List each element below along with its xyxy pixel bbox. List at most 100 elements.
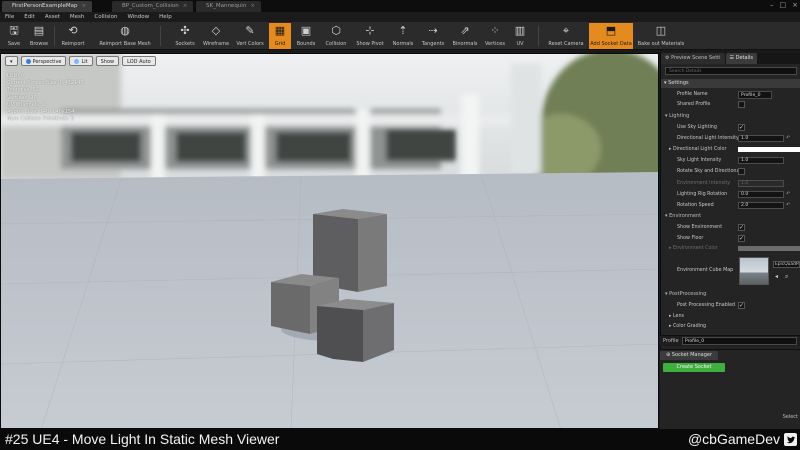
settings-section-header[interactable]: ▾ Settings: [661, 79, 800, 88]
add-socket-data-button[interactable]: ⬒ Add Socket Data: [589, 23, 633, 49]
doc-tab-label: BP_Custom_Collision: [122, 3, 179, 9]
doc-tab-mesh[interactable]: SK_Mannequin ×: [196, 1, 261, 12]
doc-tab-label: FirstPersonExampleMap: [12, 3, 78, 9]
show-environment-checkbox[interactable]: ✓: [738, 224, 745, 231]
rotation-speed-row: Rotation Speed 2.0 ↶: [661, 201, 800, 211]
wireframe-button[interactable]: ◇ Wireframe: [201, 23, 231, 49]
menu-collision[interactable]: Collision: [89, 12, 122, 22]
close-icon[interactable]: ×: [82, 3, 87, 9]
binormals-button[interactable]: ⇗ Binormals: [450, 23, 480, 49]
uv-icon: ▥: [514, 24, 526, 37]
show-floor-checkbox[interactable]: ✓: [738, 235, 745, 242]
window-controls: – □ ×: [770, 0, 798, 12]
reimport-icon: ⟲: [68, 24, 78, 37]
dir-intensity-field[interactable]: 1.0: [738, 135, 784, 142]
twitter-icon: [784, 433, 797, 446]
perspective-icon: [25, 59, 31, 64]
close-window-icon[interactable]: ×: [792, 0, 798, 12]
reset-icon[interactable]: ↶: [786, 202, 790, 208]
env-intensity-field[interactable]: 1.0: [738, 180, 784, 187]
menu-file[interactable]: File: [0, 12, 19, 22]
reset-icon[interactable]: ↶: [786, 135, 790, 141]
menu-help[interactable]: Help: [154, 12, 177, 22]
search-icon[interactable]: ⌕: [785, 273, 788, 281]
dir-intensity-row: Directional Light Intensity 1.0 ↶: [661, 134, 800, 144]
postprocessing-header[interactable]: ▾ PostProcessing: [665, 291, 706, 297]
grid-button[interactable]: ▦ Grid: [269, 23, 291, 49]
show-button[interactable]: Show: [95, 56, 120, 66]
tab-preview-scene-settings[interactable]: ⚙ Preview Scene Setti: [661, 53, 725, 64]
reimport-base-mesh-button[interactable]: ◍ Reimport Base Mesh: [94, 23, 156, 49]
minimize-icon[interactable]: –: [770, 0, 774, 12]
environment-header[interactable]: ▾ Environment: [665, 213, 701, 219]
environment-color-label: ▸ Environment Color: [669, 246, 718, 251]
profile-label: Profile: [663, 338, 679, 344]
cubemap-asset-field[interactable]: EpicQuadPa: [773, 261, 800, 268]
bake-materials-button[interactable]: ◫ Bake out Materials: [636, 23, 686, 49]
sky-intensity-field[interactable]: 1.0: [738, 157, 784, 164]
show-floor-label: Show Floor: [677, 236, 704, 241]
profile-bar: Profile Profile_0: [660, 335, 800, 346]
close-icon[interactable]: ×: [250, 3, 255, 9]
lit-button[interactable]: Lit: [69, 56, 93, 66]
collision-icon: ⬡: [331, 24, 341, 37]
perspective-button[interactable]: Perspective: [20, 56, 67, 66]
menu-asset[interactable]: Asset: [40, 12, 65, 22]
cubemap-label: Environment Cube Map: [677, 268, 734, 273]
dir-color-swatch[interactable]: [738, 147, 800, 152]
grid-icon: ▦: [274, 24, 286, 37]
close-icon[interactable]: ×: [183, 3, 188, 9]
doc-tab-bp[interactable]: BP_Custom_Collision ×: [112, 1, 194, 12]
sockets-button[interactable]: ✣ Sockets: [172, 23, 198, 49]
lighting-header[interactable]: ▾ Lighting: [665, 113, 689, 119]
doc-tab-map[interactable]: FirstPersonExampleMap ×: [2, 1, 93, 12]
pp-enabled-checkbox[interactable]: ✓: [738, 302, 745, 309]
lens-row[interactable]: ▸ Lens: [661, 312, 800, 322]
menu-mesh[interactable]: Mesh: [65, 12, 89, 22]
reset-camera-button[interactable]: ⌖ Reset Camera: [546, 23, 586, 49]
tab-details[interactable]: ☰ Details: [725, 53, 757, 64]
collision-button[interactable]: ⬡ Collision: [321, 23, 351, 49]
browse-icon: ▤: [33, 24, 45, 37]
mesh-viewport[interactable]: ▾ Perspective Lit Show LOD Auto LOD: 0 C…: [0, 53, 659, 429]
vert-colors-icon: ✎: [245, 24, 255, 37]
viewport-options-button[interactable]: ▾: [5, 56, 18, 66]
tab-socket-manager[interactable]: ⊕ Socket Manager: [660, 351, 719, 360]
bounds-button[interactable]: ▣ Bounds: [294, 23, 318, 49]
use-sky-lighting-checkbox[interactable]: ✓: [738, 124, 745, 131]
vertices-button[interactable]: ⁘ Vertices: [483, 23, 507, 49]
lod-button[interactable]: LOD Auto: [122, 56, 156, 66]
details-search-input[interactable]: Search Details: [665, 67, 797, 75]
profile-select[interactable]: Profile_0: [682, 337, 797, 345]
browse-button[interactable]: ▤ Browse: [27, 23, 51, 49]
show-pivot-button[interactable]: ⊹ Show Pivot: [355, 23, 385, 49]
rotate-sky-checkbox[interactable]: [738, 168, 745, 175]
cubemap-thumbnail[interactable]: [739, 257, 769, 285]
use-sky-lighting-label: Use Sky Lighting: [677, 125, 717, 130]
menu-edit[interactable]: Edit: [19, 12, 40, 22]
rotation-speed-field[interactable]: 2.0: [738, 202, 784, 209]
rotation-speed-label: Rotation Speed: [677, 203, 714, 208]
toolbar-separator: [160, 26, 161, 46]
reimport-button[interactable]: ⟲ Reimport: [58, 23, 88, 49]
shared-profile-checkbox[interactable]: [738, 101, 745, 108]
environment-color-swatch[interactable]: [738, 246, 800, 251]
maximize-icon[interactable]: □: [780, 0, 787, 12]
rotate-sky-label: Rotate Sky and Directional: [677, 169, 741, 174]
show-environment-row: Show Environment ✓: [661, 223, 800, 233]
uv-button[interactable]: ▥ UV: [510, 23, 530, 49]
lighting-rig-field[interactable]: 0.0: [738, 191, 784, 198]
normals-button[interactable]: ⇡ Normals: [390, 23, 416, 49]
select-label: Select: [782, 414, 798, 420]
profile-name-label: Profile Name: [677, 92, 708, 97]
reset-icon[interactable]: ↶: [786, 191, 790, 197]
color-grading-row[interactable]: ▸ Color Grading: [661, 322, 800, 332]
rotate-sky-row: Rotate Sky and Directional: [661, 167, 800, 177]
vert-colors-button[interactable]: ✎ Vert Colors: [233, 23, 267, 49]
tangents-button[interactable]: ⇢ Tangents: [419, 23, 447, 49]
profile-name-field[interactable]: Profile_0: [738, 91, 772, 99]
save-button[interactable]: 🖫 Save: [2, 23, 26, 49]
menu-window[interactable]: Window: [122, 12, 154, 22]
create-socket-button[interactable]: Create Socket: [663, 363, 725, 372]
arrow-left-icon[interactable]: ◂: [775, 273, 778, 280]
